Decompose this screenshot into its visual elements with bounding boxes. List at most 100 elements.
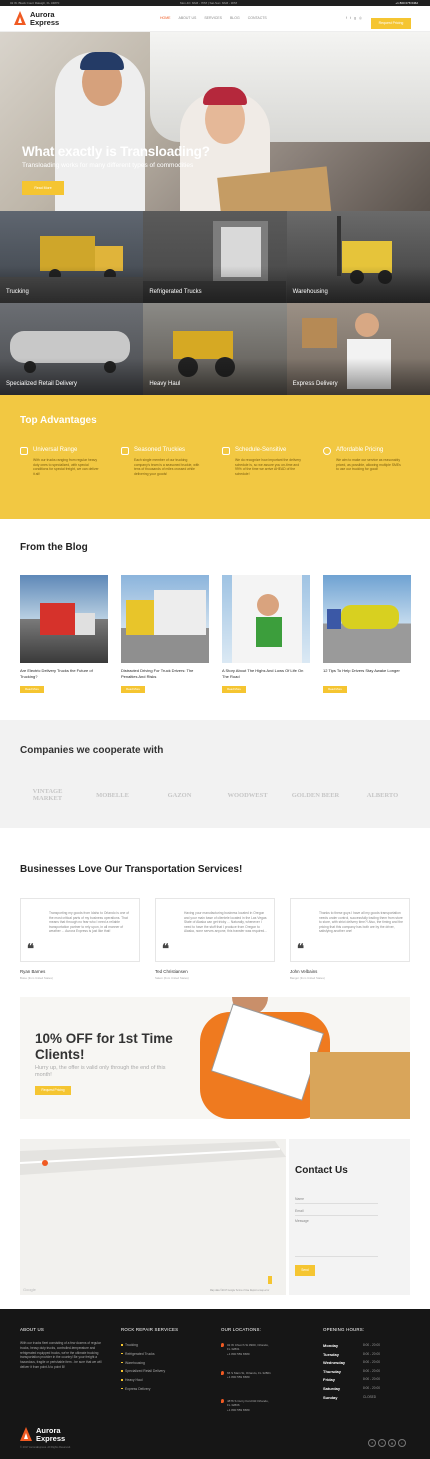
contact-form: Contact Us Name Email Message Send — [289, 1139, 410, 1295]
hours-row: Wednesday 8:00 - 20:00 — [323, 1360, 413, 1369]
service-label: Warehousing — [292, 289, 328, 295]
logo-icon[interactable] — [14, 11, 26, 25]
driver-graphic — [232, 575, 302, 663]
promo-button[interactable]: Request Pricing — [35, 1086, 71, 1095]
service-tile-refrigerated[interactable]: Refrigerated Trucks — [143, 211, 287, 303]
service-tile-heavy-haul[interactable]: Heavy Haul — [143, 303, 287, 395]
partner-logo[interactable]: VINTAGE MARKET — [20, 775, 75, 815]
location-phone[interactable]: +1 800 559 6580 — [221, 1408, 271, 1412]
footer-service-link[interactable]: Refrigerated Trucks — [121, 1352, 165, 1361]
partners-title: Companies we cooperate with — [20, 745, 164, 756]
tanker-graphic — [327, 605, 399, 629]
read-more-button[interactable]: Read More — [323, 686, 347, 693]
location-map[interactable]: Google Map data ©2017 Google Terms of Us… — [20, 1139, 286, 1295]
testimonial-card: ❝ Thanks to these guys I have all my goo… — [290, 898, 410, 962]
promo-title: 10% OFF for 1st Time Clients! — [35, 1031, 173, 1062]
footer-locations-title: Our Locations: — [221, 1327, 262, 1332]
service-label: Specialized Retail Delivery — [6, 381, 78, 387]
send-button[interactable]: Send — [295, 1265, 315, 1276]
hours-value: 8:00 - 20:00 — [363, 1351, 381, 1356]
request-pricing-button[interactable]: Request Pricing — [371, 18, 411, 29]
service-label: Refrigerated Trucks — [149, 289, 202, 295]
blog-image[interactable] — [323, 575, 411, 663]
location-phone[interactable]: +1 800 559 6580 — [221, 1352, 271, 1356]
testimonial-name: John Velbains — [290, 969, 318, 974]
footer-service-link[interactable]: Warehousing — [121, 1361, 165, 1370]
footer-service-link[interactable]: Specialized Retail Delivery — [121, 1369, 165, 1378]
twitter-icon[interactable]: t — [378, 1439, 386, 1447]
blog-image[interactable] — [222, 575, 310, 663]
hours-value: 8:00 - 20:00 — [363, 1385, 381, 1390]
blog-post-title[interactable]: 12 Tips To Help Drivers Stay Awake Longe… — [323, 668, 411, 681]
service-tile-warehousing[interactable]: Warehousing — [286, 211, 430, 303]
lightbulb-icon — [323, 447, 331, 455]
partner-logo[interactable]: GAZON — [152, 775, 207, 815]
email-field[interactable]: Email — [295, 1209, 378, 1216]
twitter-icon[interactable]: t — [350, 16, 351, 20]
instagram-icon[interactable]: i — [398, 1439, 406, 1447]
nav-blog[interactable]: Blog — [230, 16, 240, 20]
service-tile-retail[interactable]: Specialized Retail Delivery — [0, 303, 144, 395]
header-social: f t g ◎ — [346, 16, 362, 20]
blog-title: From the Blog — [20, 542, 88, 553]
footer-location: 02 W Church St #900, Orlando, FL 32801 +… — [221, 1343, 271, 1356]
partner-logo[interactable]: ALBERTO — [355, 775, 410, 815]
partner-logo[interactable]: MOBELLE — [85, 775, 140, 815]
location-address: 02 W Church St #900, Orlando, FL 32801 — [227, 1343, 269, 1352]
advantage-text: We aim to make our service as reasonably… — [336, 458, 401, 472]
nav-home[interactable]: Home — [160, 16, 171, 20]
quote-icon: ❝ — [297, 941, 304, 956]
blog-image[interactable] — [121, 575, 209, 663]
name-field[interactable]: Name — [295, 1197, 378, 1204]
googleplus-icon[interactable]: g — [388, 1439, 396, 1447]
quote-icon: ❝ — [27, 941, 34, 956]
blog-card: A Story About The Highs And Lows Of Life… — [222, 575, 310, 693]
blog-post-title[interactable]: Distracted Driving For Truck Drivers: Th… — [121, 668, 209, 681]
read-more-button[interactable]: Read More — [222, 686, 246, 693]
nav-about[interactable]: About Us — [179, 16, 197, 20]
service-tile-trucking[interactable]: Trucking — [0, 211, 144, 303]
instagram-icon[interactable]: ◎ — [359, 16, 362, 20]
service-label: Express Delivery — [292, 381, 338, 387]
message-field[interactable]: Message — [295, 1219, 378, 1257]
footer-service-link[interactable]: Trucking — [121, 1343, 165, 1352]
facebook-icon[interactable]: f — [368, 1439, 376, 1447]
hours-value: 8:00 - 20:00 — [363, 1377, 381, 1382]
advantage-title: Schedule-Sensitive — [235, 447, 287, 453]
read-more-button[interactable]: Read More — [121, 686, 145, 693]
read-more-button[interactable]: Read More — [20, 686, 44, 693]
testimonial-role: Salem (from United States) — [155, 976, 189, 980]
facebook-icon[interactable]: f — [346, 16, 347, 20]
blog-image[interactable] — [20, 575, 108, 663]
service-label: Heavy Haul — [149, 381, 181, 387]
tile-shade — [143, 266, 287, 303]
logo-text[interactable]: Aurora Express — [30, 11, 59, 27]
footer-service-link[interactable]: Express Delivery — [121, 1387, 165, 1396]
blog-post-title[interactable]: A Story About The Highs And Lows Of Life… — [222, 668, 310, 681]
service-tile-express[interactable]: Express Delivery — [286, 303, 430, 395]
nav-services[interactable]: Services — [204, 16, 222, 20]
hero-read-more-button[interactable]: Read More — [22, 181, 64, 195]
footer-logo-text: Aurora Express — [36, 1427, 65, 1443]
googleplus-icon[interactable]: g — [354, 16, 356, 20]
nav-contacts[interactable]: Contacts — [248, 16, 267, 20]
partner-logo[interactable]: GOLDEN BEER — [288, 775, 343, 815]
hero-title: What exactly is Transloading? — [22, 144, 210, 159]
contact-title: Contact Us — [295, 1165, 348, 1176]
hours-row: Sunday CLOSED — [323, 1395, 413, 1404]
testimonial-name: Ryan Barnes — [20, 969, 46, 974]
location-phone[interactable]: +1 800 559 6580 — [221, 1375, 271, 1379]
blog-post-title[interactable]: Are Electric Delivery Trucks the Future … — [20, 668, 108, 681]
footer-service-link[interactable]: Heavy Haul — [121, 1378, 165, 1387]
advantage-title: Seasoned Truckies — [134, 447, 186, 453]
hours-row: Saturday 8:00 - 20:00 — [323, 1386, 413, 1395]
testimonial-card: ❝ Transporting my goods from Idaho to Or… — [20, 898, 140, 962]
partner-logo[interactable]: WOODWEST — [220, 775, 275, 815]
partners-section: Companies we cooperate with VINTAGE MARK… — [0, 720, 430, 828]
testimonial-name: Ted Christiansen — [155, 969, 188, 974]
footer-about-text: With our trucks fleet consisting of a fe… — [20, 1341, 102, 1369]
tile-shade — [0, 266, 144, 303]
hours-value: 8:00 - 20:00 — [363, 1368, 381, 1373]
map-footer[interactable]: Map data ©2017 Google Terms of Use Repor… — [210, 1290, 269, 1292]
hours-day: Wednesday — [323, 1360, 346, 1366]
